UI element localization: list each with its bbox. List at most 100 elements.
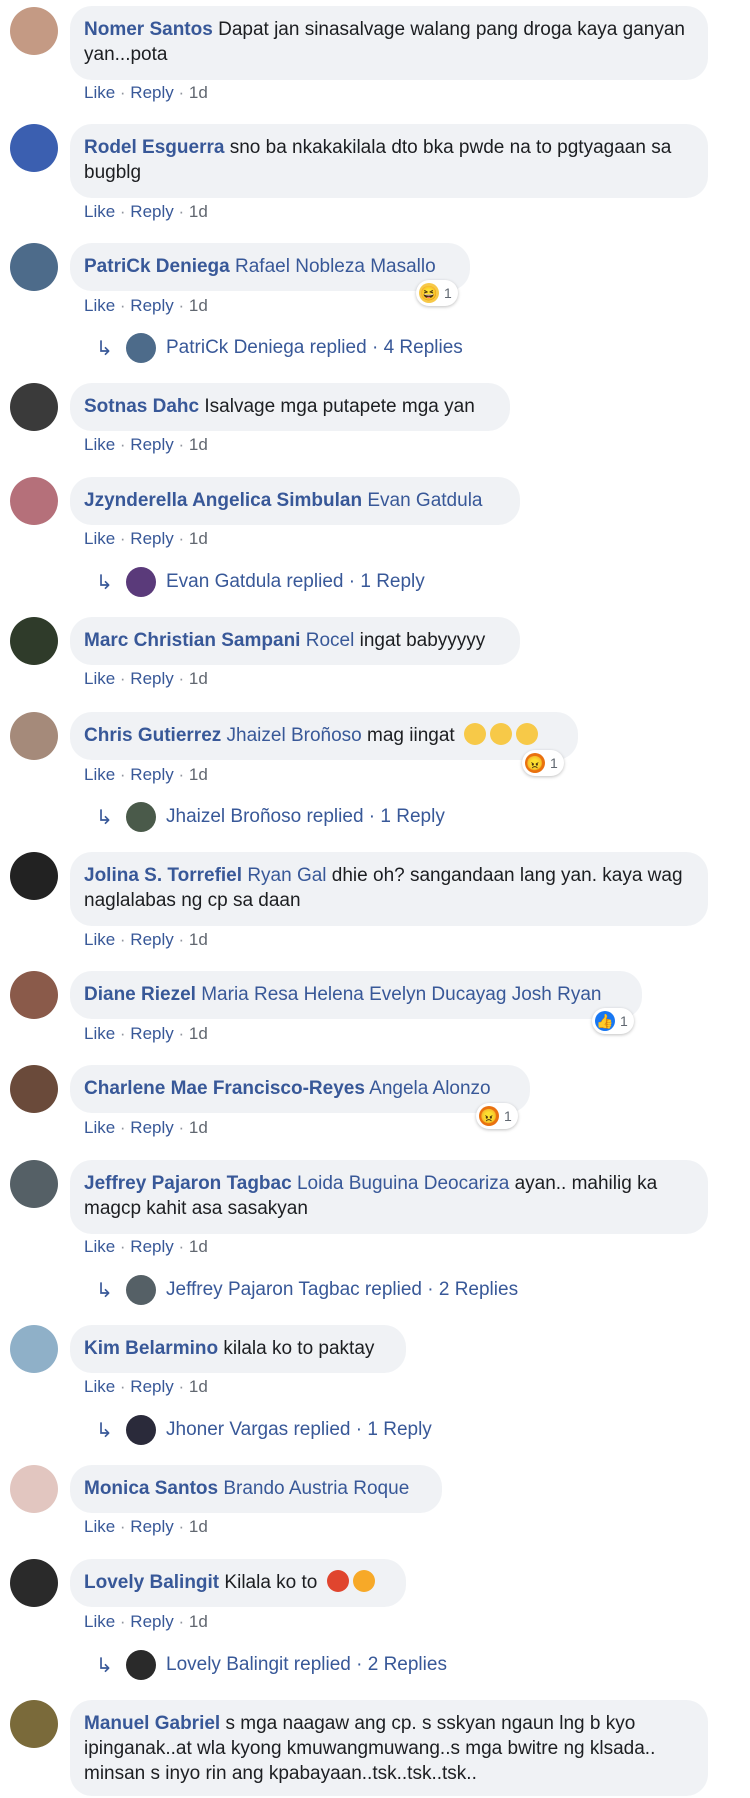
reaction-badge[interactable]: 😠 1 (522, 750, 564, 776)
comment-bubble: Kim Belarmino kilala ko to paktay (70, 1325, 406, 1373)
view-replies-link[interactable]: ↳ Lovely Balingit replied · 2 Replies (96, 1650, 447, 1680)
reaction-badge[interactable]: 😠 1 (476, 1103, 518, 1129)
comment-author[interactable]: Nomer Santos (84, 19, 213, 40)
comment-time[interactable]: 1d (189, 1024, 208, 1043)
comment-author[interactable]: Jolina S. Torrefiel (84, 865, 242, 886)
comment-author[interactable]: Lovely Balingit (84, 1572, 219, 1593)
view-replies-link[interactable]: ↳ Jhoner Vargas replied · 1 Reply (96, 1415, 432, 1445)
view-replies-link[interactable]: ↳ Evan Gatdula replied · 1 Reply (96, 567, 425, 597)
like-link[interactable]: Like (84, 1517, 115, 1536)
comment-bubble: Rodel Esguerra sno ba nkakakilala dto bk… (70, 124, 708, 198)
like-link[interactable]: Like (84, 202, 115, 221)
avatar[interactable] (10, 852, 58, 900)
mention-link[interactable]: Brando Austria Roque (223, 1478, 409, 1499)
comment-author[interactable]: Jzynderella Angelica Simbulan (84, 490, 362, 511)
avatar[interactable] (10, 617, 58, 665)
reply-link[interactable]: Reply (130, 1377, 173, 1396)
comment-time[interactable]: 1d (189, 1517, 208, 1536)
comment-author[interactable]: Charlene Mae Francisco-Reyes (84, 1078, 365, 1099)
avatar[interactable] (10, 1559, 58, 1607)
comment-author[interactable]: Manuel Gabriel (84, 1713, 220, 1734)
comment-author[interactable]: Chris Gutierrez (84, 725, 221, 746)
avatar[interactable] (10, 1160, 58, 1208)
comment-text: Isalvage mga putapete mga yan (204, 396, 475, 417)
comment-author[interactable]: Monica Santos (84, 1478, 218, 1499)
reply-link[interactable]: Reply (130, 202, 173, 221)
mention-link[interactable]: Loida Buguina Deocariza (297, 1173, 509, 1194)
reply-link[interactable]: Reply (130, 1517, 173, 1536)
reply-link[interactable]: Reply (130, 1612, 173, 1631)
avatar[interactable] (10, 124, 58, 172)
like-link[interactable]: Like (84, 1237, 115, 1256)
like-link[interactable]: Like (84, 435, 115, 454)
like-link[interactable]: Like (84, 1377, 115, 1396)
reaction-badge[interactable]: 😆 1 (416, 280, 458, 306)
comment-time[interactable]: 1d (189, 202, 208, 221)
comment-time[interactable]: 1d (189, 1237, 208, 1256)
mention-link[interactable]: Ryan Gal (247, 865, 326, 886)
avatar[interactable] (10, 7, 58, 55)
comment-time[interactable]: 1d (189, 83, 208, 102)
comment-author[interactable]: Sotnas Dahc (84, 396, 199, 417)
comment-bubble: Jzynderella Angelica Simbulan Evan Gatdu… (70, 477, 520, 525)
like-link[interactable]: Like (84, 765, 115, 784)
comment-time[interactable]: 1d (189, 1612, 208, 1631)
like-link[interactable]: Like (84, 669, 115, 688)
comment-author[interactable]: Jeffrey Pajaron Tagbac (84, 1173, 292, 1194)
like-link[interactable]: Like (84, 529, 115, 548)
mention-link[interactable]: Evan Gatdula (367, 490, 482, 511)
comment-time[interactable]: 1d (189, 435, 208, 454)
avatar[interactable] (10, 1465, 58, 1513)
reply-link[interactable]: Reply (130, 529, 173, 548)
reaction-badge[interactable]: 👍 1 (592, 1008, 634, 1034)
mention-link[interactable]: Jhaizel Broñoso (227, 725, 362, 746)
like-link[interactable]: Like (84, 1612, 115, 1631)
comment-author[interactable]: Kim Belarmino (84, 1338, 218, 1359)
comment-time[interactable]: 1d (189, 669, 208, 688)
mention-link[interactable]: Rocel (306, 630, 355, 651)
comment-author[interactable]: Marc Christian Sampani (84, 630, 300, 651)
reply-link[interactable]: Reply (130, 296, 173, 315)
avatar[interactable] (10, 243, 58, 291)
comment-time[interactable]: 1d (189, 1118, 208, 1137)
reply-link[interactable]: Reply (130, 669, 173, 688)
reply-link[interactable]: Reply (130, 1118, 173, 1137)
comment-time[interactable]: 1d (189, 529, 208, 548)
comment-actions: Like · Reply · 1d (84, 202, 208, 221)
comment-time[interactable]: 1d (189, 930, 208, 949)
avatar[interactable] (10, 1065, 58, 1113)
avatar[interactable] (10, 1700, 58, 1748)
comment-time[interactable]: 1d (189, 765, 208, 784)
comment-time[interactable]: 1d (189, 1377, 208, 1396)
view-replies-link[interactable]: ↳ Jhaizel Broñoso replied · 1 Reply (96, 802, 445, 832)
comment-author[interactable]: Rodel Esguerra (84, 137, 224, 158)
avatar[interactable] (10, 1325, 58, 1373)
avatar[interactable] (10, 477, 58, 525)
mention-link[interactable]: Angela Alonzo (369, 1078, 491, 1099)
avatar (126, 567, 156, 597)
like-link[interactable]: Like (84, 83, 115, 102)
comment-bubble: Sotnas Dahc Isalvage mga putapete mga ya… (70, 383, 510, 431)
reply-link[interactable]: Reply (130, 1237, 173, 1256)
reply-link[interactable]: Reply (130, 83, 173, 102)
reply-link[interactable]: Reply (130, 435, 173, 454)
replies-name: Jhaizel Broñoso replied (166, 806, 364, 827)
reply-link[interactable]: Reply (130, 930, 173, 949)
view-replies-link[interactable]: ↳ PatriCk Deniega replied · 4 Replies (96, 333, 463, 363)
like-link[interactable]: Like (84, 1118, 115, 1137)
like-link[interactable]: Like (84, 930, 115, 949)
view-replies-link[interactable]: ↳ Jeffrey Pajaron Tagbac replied · 2 Rep… (96, 1275, 518, 1305)
mention-link[interactable]: Rafael Nobleza Masallo (235, 256, 436, 277)
avatar[interactable] (10, 971, 58, 1019)
like-link[interactable]: Like (84, 1024, 115, 1043)
reply-link[interactable]: Reply (130, 765, 173, 784)
comment-author[interactable]: Diane Riezel (84, 984, 196, 1005)
avatar[interactable] (10, 712, 58, 760)
avatar[interactable] (10, 383, 58, 431)
reply-link[interactable]: Reply (130, 1024, 173, 1043)
like-link[interactable]: Like (84, 296, 115, 315)
comment-actions: Like · Reply · 1d (84, 669, 208, 688)
comment-time[interactable]: 1d (189, 296, 208, 315)
mention-link[interactable]: Maria Resa Helena Evelyn Ducayag Josh Ry… (201, 984, 601, 1005)
comment-author[interactable]: PatriCk Deniega (84, 256, 230, 277)
